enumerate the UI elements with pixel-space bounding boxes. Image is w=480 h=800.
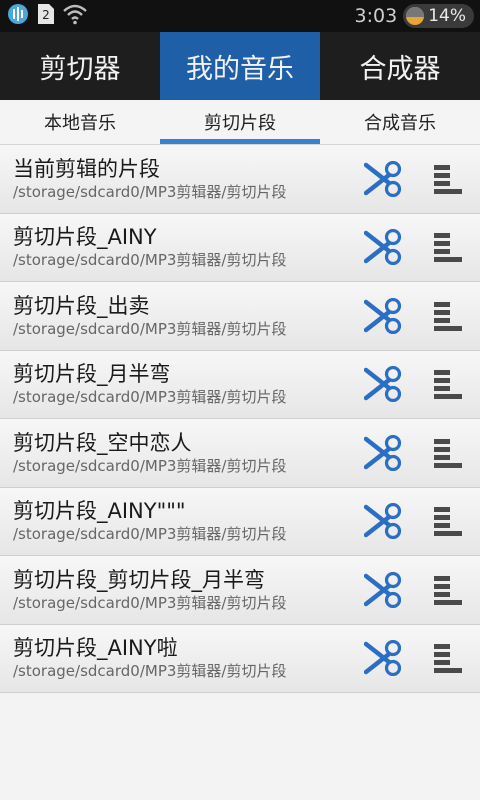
clip-title: 剪切片段_月半弯 [13, 362, 171, 387]
clip-path: /storage/sdcard0/MP3剪辑器/剪切片段 [13, 388, 287, 407]
list-item-text: 剪切片段_空中恋人 /storage/sdcard0/MP3剪辑器/剪切片段 [0, 430, 356, 476]
tab-my-music[interactable]: 我的音乐 [160, 32, 320, 100]
scissors-icon[interactable] [356, 219, 412, 275]
menu-icon[interactable] [428, 496, 468, 546]
clock-time: 3:03 [354, 5, 398, 27]
menu-icon[interactable] [428, 222, 468, 272]
clip-title: 剪切片段_剪切片段_月半弯 [13, 567, 265, 592]
clip-path: /storage/sdcard0/MP3剪辑器/剪切片段 [13, 525, 287, 544]
scissors-icon[interactable] [356, 151, 412, 207]
menu-icon[interactable] [428, 291, 468, 341]
clip-title: 剪切片段_空中恋人 [13, 430, 192, 455]
status-bar-right: 3:03 14% [355, 4, 474, 28]
subtab-cut-clips[interactable]: 剪切片段 [160, 100, 320, 144]
clip-title: 剪切片段_AINY啦 [13, 636, 178, 661]
clip-list: 当前剪辑的片段 /storage/sdcard0/MP3剪辑器/剪切片段 剪切片… [0, 145, 480, 693]
list-item[interactable]: 剪切片段_AINY /storage/sdcard0/MP3剪辑器/剪切片段 [0, 213, 480, 282]
clip-path: /storage/sdcard0/MP3剪辑器/剪切片段 [13, 182, 287, 201]
status-bar: 2 3:03 14% [0, 0, 480, 32]
menu-icon[interactable] [428, 359, 468, 409]
sim-2-label: 2 [42, 8, 50, 22]
status-bar-left: 2 [6, 2, 88, 30]
list-item-text: 剪切片段_剪切片段_月半弯 /storage/sdcard0/MP3剪辑器/剪切… [0, 567, 356, 613]
scissors-icon[interactable] [356, 493, 412, 549]
clip-path: /storage/sdcard0/MP3剪辑器/剪切片段 [13, 251, 287, 270]
menu-icon[interactable] [428, 633, 468, 683]
battery-indicator: 14% [403, 4, 474, 28]
list-item[interactable]: 剪切片段_出卖 /storage/sdcard0/MP3剪辑器/剪切片段 [0, 282, 480, 351]
clip-path: /storage/sdcard0/MP3剪辑器/剪切片段 [13, 593, 287, 612]
top-tab-bar: 剪切器 我的音乐 合成器 [0, 32, 480, 100]
clip-title: 剪切片段_AINY""" [13, 499, 186, 524]
list-item[interactable]: 剪切片段_AINY""" /storage/sdcard0/MP3剪辑器/剪切片… [0, 487, 480, 556]
list-item[interactable]: 剪切片段_月半弯 /storage/sdcard0/MP3剪辑器/剪切片段 [0, 350, 480, 419]
scissors-icon[interactable] [356, 562, 412, 618]
list-item[interactable]: 当前剪辑的片段 /storage/sdcard0/MP3剪辑器/剪切片段 [0, 145, 480, 214]
clip-path: /storage/sdcard0/MP3剪辑器/剪切片段 [13, 456, 287, 475]
app-icon [6, 2, 30, 30]
sub-tab-bar: 本地音乐 剪切片段 合成音乐 [0, 100, 480, 145]
subtab-local-music[interactable]: 本地音乐 [0, 100, 160, 144]
clip-path: /storage/sdcard0/MP3剪辑器/剪切片段 [13, 662, 287, 681]
wifi-icon [62, 3, 88, 29]
list-item-text: 剪切片段_AINY /storage/sdcard0/MP3剪辑器/剪切片段 [0, 224, 356, 270]
list-item[interactable]: 剪切片段_空中恋人 /storage/sdcard0/MP3剪辑器/剪切片段 [0, 419, 480, 488]
menu-icon[interactable] [428, 154, 468, 204]
battery-percent: 14% [428, 6, 466, 26]
list-item-text: 当前剪辑的片段 /storage/sdcard0/MP3剪辑器/剪切片段 [0, 156, 356, 202]
tab-merger[interactable]: 合成器 [320, 32, 480, 100]
subtab-merged-music[interactable]: 合成音乐 [320, 100, 480, 144]
scissors-icon[interactable] [356, 356, 412, 412]
menu-icon[interactable] [428, 565, 468, 615]
menu-icon[interactable] [428, 428, 468, 478]
list-item-text: 剪切片段_月半弯 /storage/sdcard0/MP3剪辑器/剪切片段 [0, 361, 356, 407]
list-item[interactable]: 剪切片段_AINY啦 /storage/sdcard0/MP3剪辑器/剪切片段 [0, 624, 480, 693]
list-item-text: 剪切片段_AINY啦 /storage/sdcard0/MP3剪辑器/剪切片段 [0, 635, 356, 681]
battery-icon [406, 7, 425, 25]
list-item-text: 剪切片段_出卖 /storage/sdcard0/MP3剪辑器/剪切片段 [0, 293, 356, 339]
scissors-icon[interactable] [356, 288, 412, 344]
list-item-text: 剪切片段_AINY""" /storage/sdcard0/MP3剪辑器/剪切片… [0, 498, 356, 544]
clip-title: 剪切片段_出卖 [13, 293, 150, 318]
clip-title: 剪切片段_AINY [13, 225, 157, 250]
clip-title: 当前剪辑的片段 [13, 156, 160, 181]
tab-cutter[interactable]: 剪切器 [0, 32, 160, 100]
scissors-icon[interactable] [356, 630, 412, 686]
sim-2-icon: 2 [36, 2, 56, 30]
clip-path: /storage/sdcard0/MP3剪辑器/剪切片段 [13, 319, 287, 338]
list-item[interactable]: 剪切片段_剪切片段_月半弯 /storage/sdcard0/MP3剪辑器/剪切… [0, 556, 480, 625]
scissors-icon[interactable] [356, 425, 412, 481]
